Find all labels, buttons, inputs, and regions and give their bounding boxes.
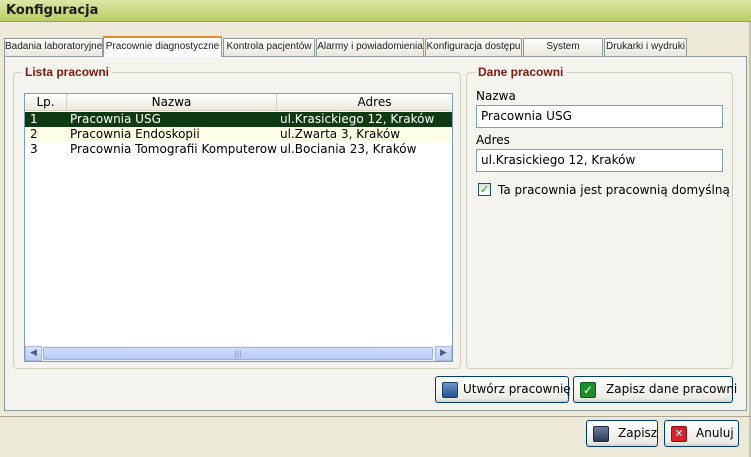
cell-lp: 2 [30, 127, 38, 141]
scroll-left-icon[interactable]: ◀ [25, 346, 42, 361]
horizontal-scrollbar[interactable]: ◀ ||| ▶ [25, 346, 452, 361]
tab-konfiguracja-dostepu[interactable]: Konfiguracja dostępu [425, 38, 522, 56]
scroll-thumb[interactable]: ||| [43, 347, 433, 360]
cell-adres: ul.Zwarta 3, Kraków [280, 127, 401, 141]
cell-lp: 1 [30, 112, 38, 126]
name-label: Nazwa [476, 89, 516, 103]
tab-system[interactable]: System [523, 38, 603, 56]
floppy-disk-icon [593, 426, 609, 442]
save-button[interactable]: Zapisz [586, 420, 658, 447]
column-header-nazwa[interactable]: Nazwa [67, 94, 277, 111]
table-row[interactable]: 2 Pracownia Endoskopii ul.Zwarta 3, Krak… [25, 127, 452, 142]
cell-nazwa: Pracownia Tomografii Komputerowej [70, 142, 277, 156]
address-field[interactable]: ul.Krasickiego 12, Kraków [476, 149, 723, 172]
table-row[interactable]: 3 Pracownia Tomografii Komputerowej ul.B… [25, 142, 452, 157]
save-label: Zapisz [618, 426, 658, 440]
save-lab-details-button[interactable]: ✓ Zapisz dane pracowni [573, 376, 737, 403]
cancel-button[interactable]: ✕ Anuluj [664, 420, 739, 447]
create-lab-label: Utwórz pracownię [463, 382, 571, 396]
tab-badania-laboratoryjne[interactable]: Badania laboratoryjne [4, 38, 103, 56]
default-lab-label: Ta pracownia jest pracownią domyślną [498, 183, 730, 197]
checkmark-icon: ✓ [580, 382, 596, 398]
table-row[interactable]: 1 Pracownia USG ul.Krasickiego 12, Krakó… [25, 112, 452, 127]
list-groupbox: Lista pracowni Lp. Nazwa Adres 1 Pracown… [13, 65, 461, 369]
list-group-title: Lista pracowni [22, 65, 113, 79]
name-field[interactable]: Pracownia USG [476, 105, 723, 128]
column-header-adres[interactable]: Adres [277, 94, 472, 111]
close-icon: ✕ [671, 426, 687, 442]
tab-strip: Badania laboratoryjne Pracownie diagnost… [4, 36, 747, 57]
cell-adres: ul.Krasickiego 12, Kraków [280, 112, 435, 126]
cell-nazwa: Pracownia Endoskopii [70, 127, 200, 141]
column-header-lp[interactable]: Lp. [25, 94, 67, 111]
save-lab-details-label: Zapisz dane pracowni [606, 382, 738, 396]
labs-listview[interactable]: Lp. Nazwa Adres 1 Pracownia USG ul.Krasi… [24, 93, 453, 362]
new-lab-icon [442, 382, 458, 398]
tab-pracownie-diagnostyczne[interactable]: Pracownie diagnostyczne [103, 36, 222, 57]
cell-lp: 3 [30, 142, 38, 156]
address-label: Adres [476, 133, 510, 147]
tab-kontrola-pacjentow[interactable]: Kontrola pacjentów [223, 38, 315, 56]
listview-header: Lp. Nazwa Adres [25, 94, 452, 111]
tab-drukarki-i-wydruki[interactable]: Drukarki i wydruki [604, 38, 687, 56]
cell-adres: ul.Bociania 23, Kraków [280, 142, 417, 156]
tab-alarmy-i-powiadomienia[interactable]: Alarmy i powiadomienia [316, 38, 424, 56]
details-group-title: Dane pracowni [475, 65, 567, 79]
cancel-label: Anuluj [696, 426, 734, 440]
default-lab-checkbox[interactable]: ✓ [478, 183, 491, 196]
cell-nazwa: Pracownia USG [70, 112, 161, 126]
details-groupbox: Dane pracowni Nazwa Pracownia USG Adres … [466, 65, 733, 369]
tab-panel-pracownie: Lista pracowni Lp. Nazwa Adres 1 Pracown… [4, 56, 747, 411]
footer-divider [0, 416, 751, 417]
scroll-right-icon[interactable]: ▶ [435, 346, 452, 361]
window-title: Konfiguracja [0, 0, 751, 22]
create-lab-button[interactable]: Utwórz pracownię [435, 376, 571, 403]
